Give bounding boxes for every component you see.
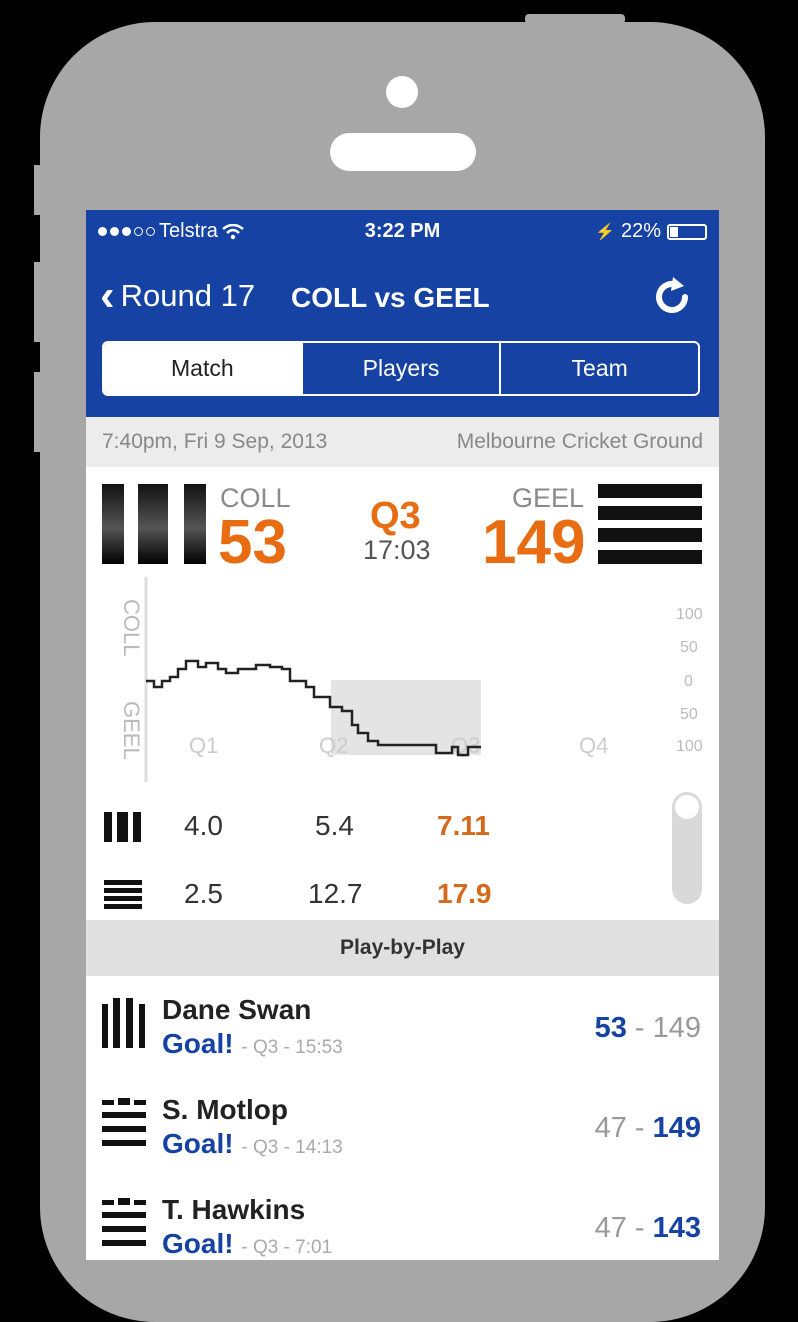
event-line: Goal! - Q3 - 14:13 bbox=[162, 1128, 343, 1160]
front-camera bbox=[386, 76, 418, 108]
quarter-label: Q2 bbox=[319, 733, 348, 758]
home-running-score: 47 bbox=[594, 1112, 627, 1144]
mute-switch bbox=[34, 165, 42, 215]
event-meta: - Q3 - 14:13 bbox=[241, 1137, 343, 1158]
match-clock: 17:03 bbox=[363, 535, 431, 565]
event-meta: - Q3 - 15:53 bbox=[241, 1037, 343, 1058]
scoreboard: COLL 53 Q3 17:03 GEEL 149 bbox=[86, 467, 719, 577]
segmented-control: Match Players Team bbox=[102, 341, 700, 396]
match-quarter: Q3 bbox=[370, 495, 421, 537]
earpiece-speaker bbox=[330, 133, 476, 171]
collingwood-small-logo bbox=[104, 812, 141, 842]
graph-toggle-switch[interactable] bbox=[672, 792, 702, 904]
home-q3-score: 7.11 bbox=[437, 810, 490, 841]
event-line: Goal! - Q3 - 7:01 bbox=[162, 1228, 332, 1260]
y-tick-label: 50 bbox=[680, 639, 698, 656]
player-name: S. Motlop bbox=[162, 1094, 288, 1125]
player-name: T. Hawkins bbox=[162, 1194, 306, 1225]
geelong-logo-icon bbox=[102, 1098, 146, 1146]
y-tick-label: 0 bbox=[684, 673, 693, 690]
event-type: Goal! bbox=[162, 1228, 234, 1259]
score-worm-graph: COLL GEEL Q1 Q2 Q3 Q4 100 50 0 50 100 bbox=[86, 577, 719, 782]
geelong-small-logo bbox=[104, 880, 142, 909]
away-running-score: 149 bbox=[652, 1012, 701, 1044]
home-team-score: 53 bbox=[218, 508, 287, 577]
list-item[interactable]: S. Motlop Goal! - Q3 - 14:13 47 - 149 bbox=[86, 1078, 719, 1178]
home-q1-score: 4.0 bbox=[184, 810, 223, 841]
battery-percent: 22% bbox=[620, 220, 661, 242]
app-screen: Telstra 3:22 PM ⚡ 22% ‹ Round 17 COLL vs… bbox=[86, 210, 719, 1260]
quarter-label: Q1 bbox=[189, 733, 218, 758]
y-tick-label: 50 bbox=[680, 706, 698, 723]
y-tick-label: 100 bbox=[676, 606, 703, 623]
app-header: Telstra 3:22 PM ⚡ 22% ‹ Round 17 COLL vs… bbox=[86, 210, 719, 417]
list-item[interactable]: Dane Swan Goal! - Q3 - 15:53 53 - 149 bbox=[86, 978, 719, 1078]
match-venue: Melbourne Cricket Ground bbox=[456, 430, 703, 453]
match-datetime: 7:40pm, Fri 9 Sep, 2013 bbox=[102, 430, 328, 453]
away-q2-score: 12.7 bbox=[308, 878, 363, 909]
toggle-knob bbox=[675, 795, 699, 819]
running-score: 47 - 149 bbox=[594, 1112, 701, 1144]
volume-up-button bbox=[34, 262, 42, 342]
away-running-score: 149 bbox=[652, 1112, 701, 1144]
battery-icon bbox=[667, 223, 707, 240]
running-score: 47 - 143 bbox=[594, 1212, 701, 1244]
home-running-score: 53 bbox=[594, 1012, 627, 1044]
collingwood-logo bbox=[102, 484, 206, 564]
page-title: COLL vs GEEL bbox=[291, 282, 490, 313]
graph-top-label: COLL bbox=[119, 599, 144, 656]
chevron-left-icon: ‹ bbox=[100, 271, 115, 320]
away-team-score: 149 bbox=[482, 508, 586, 577]
y-tick-label: 100 bbox=[676, 738, 703, 755]
charging-icon: ⚡ bbox=[595, 223, 615, 241]
tab-players[interactable]: Players bbox=[300, 343, 500, 394]
tab-match[interactable]: Match bbox=[104, 343, 301, 394]
graph-bottom-label: GEEL bbox=[119, 701, 144, 760]
player-name: Dane Swan bbox=[162, 994, 312, 1025]
away-q3-score: 17.9 bbox=[437, 878, 492, 909]
event-line: Goal! - Q3 - 15:53 bbox=[162, 1028, 343, 1060]
back-label: Round 17 bbox=[120, 278, 256, 313]
quarter-totals: 4.0 5.4 7.11 2.5 12.7 17.9 bbox=[86, 782, 719, 918]
running-score: 53 - 149 bbox=[594, 1012, 701, 1044]
geelong-logo bbox=[598, 484, 702, 564]
away-running-score: 143 bbox=[652, 1212, 701, 1244]
worm-chart: COLL GEEL Q1 Q2 Q3 Q4 100 50 0 50 100 bbox=[119, 577, 719, 782]
collingwood-logo-icon bbox=[102, 998, 145, 1048]
quarter-label: Q4 bbox=[579, 733, 608, 758]
volume-down-button bbox=[34, 372, 42, 452]
match-info-bar: 7:40pm, Fri 9 Sep, 2013 Melbourne Cricke… bbox=[86, 417, 719, 467]
status-bar: Telstra 3:22 PM ⚡ 22% bbox=[86, 218, 719, 246]
away-q1-score: 2.5 bbox=[184, 878, 223, 909]
power-button bbox=[525, 14, 625, 24]
refresh-icon[interactable] bbox=[649, 274, 695, 320]
play-by-play-header: Play-by-Play bbox=[86, 920, 719, 976]
event-type: Goal! bbox=[162, 1128, 234, 1159]
tab-team[interactable]: Team bbox=[499, 343, 698, 394]
back-button[interactable]: ‹ Round 17 bbox=[100, 271, 256, 320]
nav-bar: ‹ Round 17 COLL vs GEEL bbox=[86, 272, 719, 322]
event-type: Goal! bbox=[162, 1028, 234, 1059]
home-running-score: 47 bbox=[594, 1212, 627, 1244]
home-q2-score: 5.4 bbox=[315, 810, 354, 841]
geelong-logo-icon bbox=[102, 1198, 146, 1246]
